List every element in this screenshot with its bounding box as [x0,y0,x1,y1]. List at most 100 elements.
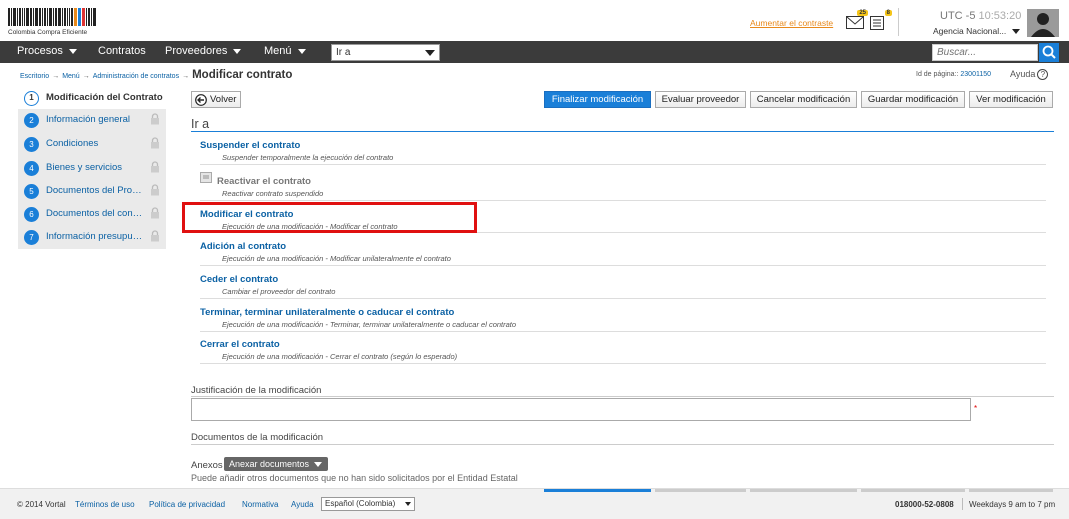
justification-textarea[interactable] [191,398,971,421]
contract-addition-link[interactable]: Adición al contrato [200,241,286,252]
search-button[interactable] [1039,43,1059,62]
step-number: 1 [24,91,39,106]
step-informacion-presupuestal[interactable]: 7 Información presupuestal [18,226,166,248]
assign-contract-desc: Cambiar el proveedor del contrato [222,287,336,296]
option-divider [200,298,1046,299]
nav-proveedores[interactable]: Proveedores [165,45,242,57]
evaluate-provider-button[interactable]: Evaluar proveedor [655,91,746,108]
step-label: Documentos del contrato [46,208,144,219]
arrow-right-icon: → [82,73,90,80]
step-number: 7 [24,230,39,245]
step-label: Información general [46,114,130,125]
assign-contract-link[interactable]: Ceder el contrato [200,274,278,285]
page-title: Modificar contrato [192,69,293,81]
back-arrow-icon [195,94,207,106]
annexes-label: Anexos [191,460,223,471]
highlight-annotation [182,202,477,233]
step-bienes-servicios[interactable]: 4 Bienes y servicios [18,157,166,179]
tasks-icon[interactable]: 8 [870,10,892,30]
cancel-modification-button[interactable]: Cancelar modificación [750,91,857,108]
attach-documents-label: Anexar documentos [229,459,310,469]
chevron-down-icon [233,48,242,54]
arrow-right-icon: → [52,73,60,80]
breadcrumb-escritorio[interactable]: Escritorio [20,73,49,80]
help-label: Ayuda [1010,69,1036,79]
breadcrumb-admin-contratos[interactable]: Administración de contratos [93,73,179,80]
search-icon [1042,45,1056,59]
language-select[interactable]: Español (Colombia) [321,497,415,511]
attach-documents-button[interactable]: Anexar documentos [224,457,328,471]
goto-section-title: Ir a [191,117,210,131]
step-informacion-general[interactable]: 2 Información general [18,109,166,131]
footer-help-link[interactable]: Ayuda [291,500,314,509]
step-label: Modificación del Contrato [46,92,163,103]
support-hours: Weekdays 9 am to 7 pm [969,500,1056,509]
help-link[interactable]: Ayuda? [1010,69,1049,80]
terms-link[interactable]: Términos de uso [75,500,135,509]
nav-label: Proveedores [165,45,228,57]
view-modification-button[interactable]: Ver modificación [969,91,1053,108]
user-avatar[interactable] [1027,9,1059,37]
header-divider [898,8,899,36]
step-number: 4 [24,161,39,176]
page-id-number[interactable]: 23001150 [960,71,991,78]
step-modificacion[interactable]: 1 Modificación del Contrato [18,87,166,109]
step-label: Documentos del Proveedor [46,185,144,196]
step-documentos-proveedor[interactable]: 5 Documentos del Proveedor [18,180,166,202]
agency-name: Agencia Nacional... [933,26,1007,36]
nav-contratos[interactable]: Contratos [98,45,146,57]
scrolled-button-edge [655,489,746,492]
increase-contrast-link[interactable]: Aumentar el contraste [750,18,833,28]
utc-label: UTC -5 [940,10,976,22]
page-id-label: Id de página:: [916,71,959,78]
page-id: Id de página:: 23001150 [916,71,991,78]
chevron-down-icon [297,48,306,54]
option-divider [200,363,1046,364]
goto-dropdown-value: Ir a [336,47,351,58]
documents-label: Documentos de la modificación [191,432,324,443]
step-condiciones[interactable]: 3 Condiciones [18,133,166,155]
breadcrumb: Escritorio → Menú → Administración de contra… [20,69,292,81]
back-label: Volver [210,94,237,105]
justification-label: Justificación de la modificación [191,385,322,396]
footer-divider [962,498,963,510]
chevron-down-icon [1012,29,1021,35]
colombia-compra-logo[interactable]: Colombia Compra Eficiente [8,8,110,36]
barcode-logo-icon [8,8,108,26]
nav-label: Procesos [17,45,63,57]
back-button[interactable]: Volver [191,91,241,108]
arrow-right-icon: → [182,73,190,80]
goto-divider [191,131,1054,132]
clock-time: 10:53:20 [978,10,1022,22]
goto-dropdown[interactable]: Ir a [331,44,440,61]
nav-procesos[interactable]: Procesos [17,45,77,57]
mail-icon[interactable]: 25 [846,10,868,30]
lock-icon [151,137,159,149]
finalize-modification-button[interactable]: Finalizar modificación [544,91,651,108]
save-modification-button[interactable]: Guardar modificación [861,91,965,108]
suspend-contract-desc: Suspender temporalmente la ejecución del… [222,153,394,162]
regulations-link[interactable]: Normativa [242,500,278,509]
privacy-link[interactable]: Política de privacidad [149,500,225,509]
support-phone: 018000-52-0808 [895,500,954,509]
clock: UTC -5 10:53:20 [940,10,1021,22]
step-documentos-contrato[interactable]: 6 Documentos del contrato [18,203,166,225]
option-divider [200,331,1046,332]
section-divider [191,396,1054,397]
agency-selector[interactable]: Agencia Nacional... [933,26,1021,36]
reactivate-contract-desc: Reactivar contrato suspendido [222,189,324,198]
breadcrumb-menu[interactable]: Menú [62,73,80,80]
step-number: 3 [24,137,39,152]
terminate-contract-link[interactable]: Terminar, terminar unilateralmente o cad… [200,307,454,318]
mail-badge: 25 [857,10,868,16]
step-label: Condiciones [46,138,99,149]
chevron-down-icon [314,462,323,468]
section-divider [191,444,1054,445]
required-mark: * [974,404,978,413]
nav-menu[interactable]: Menú [264,45,306,57]
tasks-badge: 8 [884,10,892,16]
close-contract-link[interactable]: Cerrar el contrato [200,339,280,350]
step-label: Información presupuestal [46,231,144,242]
suspend-contract-link[interactable]: Suspender el contrato [200,140,300,151]
search-input[interactable] [932,44,1038,61]
